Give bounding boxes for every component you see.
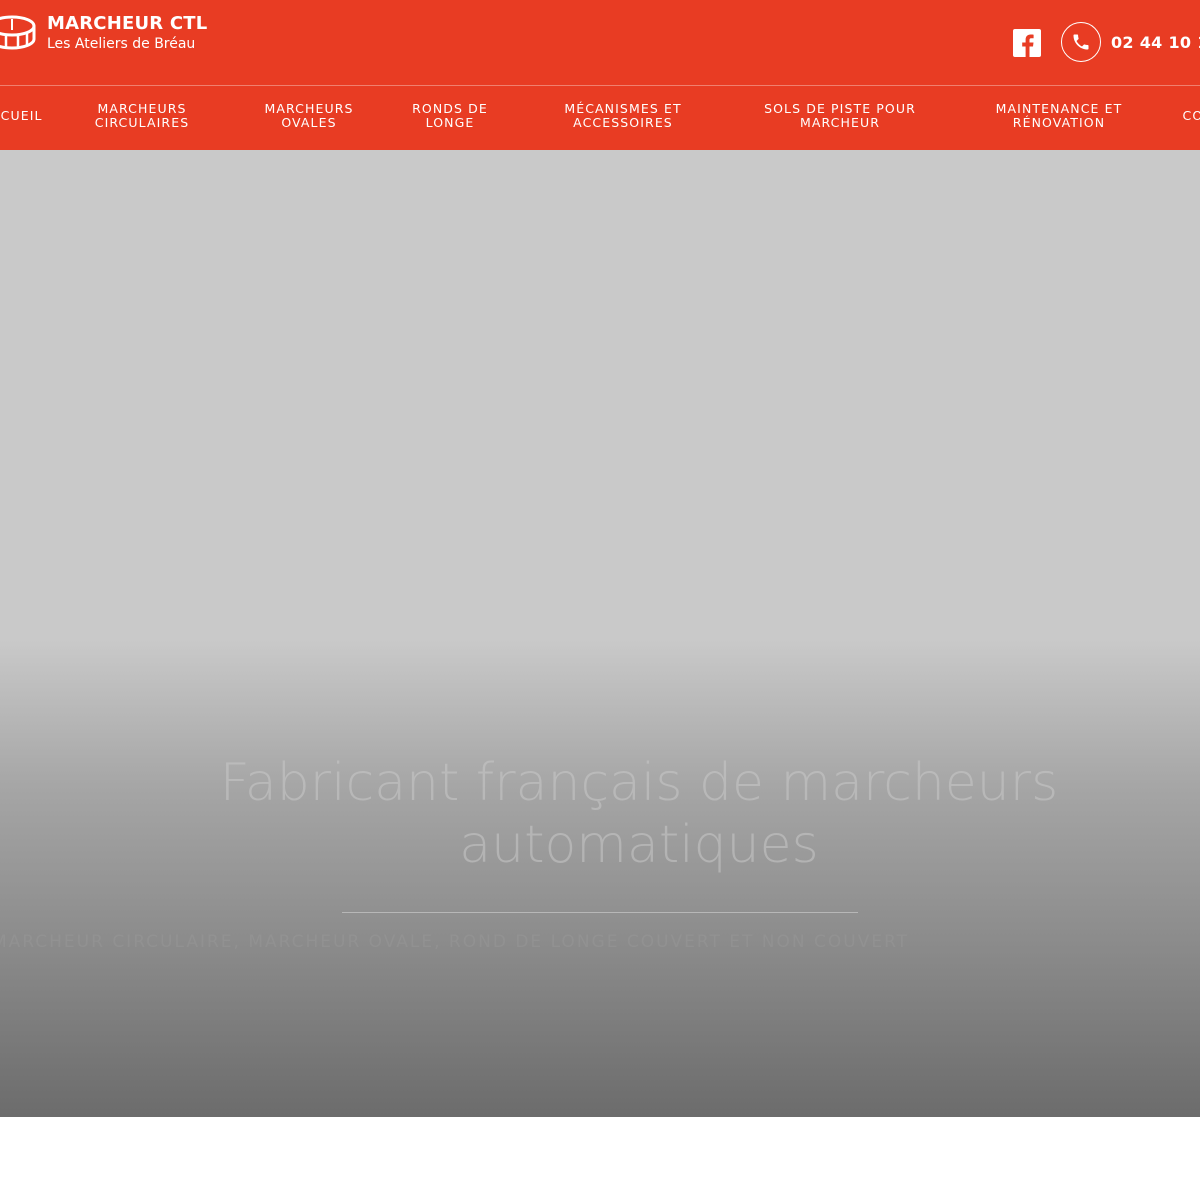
nav-item-maintenance-renovation[interactable]: MAINTENANCE ET RÉNOVATION [996,102,1123,130]
nav-item-marcheurs-ovales[interactable]: MARCHEURS OVALES [264,102,353,130]
main-nav: ACCUEIL MARCHEURS CIRCULAIRES MARCHEURS … [0,86,1200,150]
walker-logo-icon [0,15,36,50]
brand-tagline: Les Ateliers de Bréau [47,36,196,52]
logo-text: MARCHEUR CTL Les Ateliers de Bréau [47,13,208,52]
phone-link[interactable]: 02 44 10 14 [1061,22,1200,62]
hero-banner: Fabricant français de marcheurs automati… [0,150,1200,1117]
content-area [0,1117,1200,1200]
hero-subtitle: Marcheur circulaire, marcheur ovale, ron… [0,932,910,952]
phone-icon-circle [1061,22,1101,62]
top-bar: MARCHEUR CTL Les Ateliers de Bréau 02 44… [0,0,1200,85]
facebook-icon [1022,34,1034,57]
site-logo[interactable]: MARCHEUR CTL Les Ateliers de Bréau [0,8,207,58]
facebook-link[interactable] [1013,29,1041,57]
nav-item-marcheurs-circulaires[interactable]: MARCHEURS CIRCULAIRES [95,102,189,130]
nav-item-accueil[interactable]: ACCUEIL [0,109,43,123]
nav-item-contact[interactable]: CONTACT [1183,109,1200,123]
site-header: MARCHEUR CTL Les Ateliers de Bréau 02 44… [0,0,1200,150]
brand-name: MARCHEUR CTL [47,13,208,34]
hero-title: Fabricant français de marcheurs automati… [219,753,1059,875]
nav-item-mecanismes-accessoires[interactable]: MÉCANISMES ET ACCESSOIRES [564,102,681,130]
phone-icon [1073,34,1089,50]
phone-number: 02 44 10 14 [1111,32,1200,52]
nav-item-ronds-de-longe[interactable]: RONDS DE LONGE [412,102,488,130]
hero-divider [342,912,858,913]
nav-item-sols-de-piste[interactable]: SOLS DE PISTE POUR MARCHEUR [764,102,916,130]
